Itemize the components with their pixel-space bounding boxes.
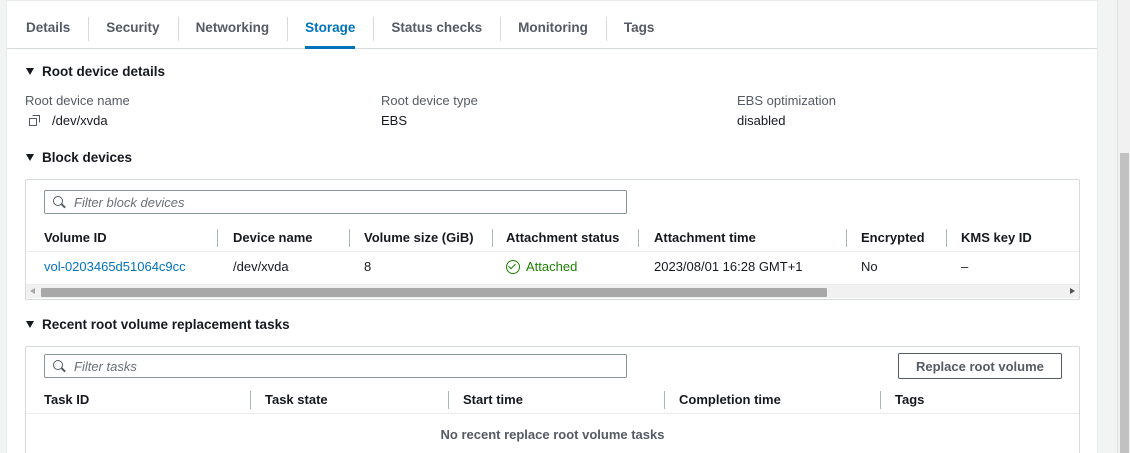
col-encrypted[interactable]: Encrypted (861, 224, 925, 252)
block-devices-header-row: Volume ID Device name Volume size (GiB) … (26, 224, 1079, 252)
col-attachment-status[interactable]: Attachment status (506, 224, 619, 252)
ebs-optimization-field: EBS optimization disabled (737, 93, 836, 128)
block-devices-section-toggle[interactable]: Block devices (26, 150, 132, 165)
replacement-tasks-section-title: Recent root volume replacement tasks (42, 317, 290, 332)
search-icon (53, 195, 66, 209)
col-completion-time[interactable]: Completion time (679, 386, 781, 414)
tab-status-checks[interactable]: Status checks (373, 11, 500, 47)
tab-bar: Details Security Networking Storage Stat… (7, 11, 1097, 49)
root-device-name-value: /dev/xvda (52, 113, 108, 128)
root-device-name-label: Root device name (25, 93, 130, 108)
col-task-id[interactable]: Task ID (44, 386, 89, 414)
page-vertical-scrollbar[interactable] (1117, 0, 1130, 453)
col-volume-id[interactable]: Volume ID (44, 224, 107, 252)
caret-down-icon (26, 321, 34, 328)
volume-id-link[interactable]: vol-0203465d51064c9cc (44, 253, 186, 281)
caret-down-icon (26, 68, 34, 75)
volume-size-cell: 8 (364, 259, 372, 274)
encrypted-cell: No (861, 259, 878, 274)
block-devices-table: Volume ID Device name Volume size (GiB) … (25, 179, 1080, 300)
root-device-type-field: Root device type EBS (381, 93, 478, 128)
block-devices-section-title: Block devices (42, 150, 133, 165)
col-start-time[interactable]: Start time (463, 386, 523, 414)
tasks-filter-input[interactable] (74, 358, 614, 374)
check-circle-icon (506, 260, 520, 274)
instance-details-panel: Details Security Networking Storage Stat… (6, 0, 1098, 453)
page-scrollbar-thumb[interactable] (1120, 153, 1129, 453)
block-devices-filter-input[interactable] (74, 194, 614, 210)
scroll-left-icon[interactable] (30, 288, 35, 294)
tab-networking[interactable]: Networking (177, 11, 288, 47)
col-kms-key-id[interactable]: KMS key ID (961, 224, 1032, 252)
search-icon (53, 359, 66, 373)
root-device-name-field: Root device name /dev/xvda (25, 93, 130, 128)
copy-icon[interactable] (29, 114, 42, 127)
scrollbar-thumb[interactable] (41, 288, 827, 297)
tab-monitoring[interactable]: Monitoring (500, 11, 606, 47)
root-device-section-title: Root device details (42, 64, 166, 79)
root-device-type-label: Root device type (381, 93, 478, 108)
root-device-section-toggle[interactable]: Root device details (26, 64, 165, 79)
empty-state-message: No recent replace root volume tasks (440, 427, 665, 442)
tab-security[interactable]: Security (88, 11, 177, 47)
scroll-right-icon[interactable] (1070, 288, 1075, 294)
col-volume-size[interactable]: Volume size (GiB) (364, 224, 474, 252)
tab-tags[interactable]: Tags (605, 11, 673, 47)
tasks-header-row: Task ID Task state Start time Completion… (26, 386, 1079, 414)
attachment-time-cell: 2023/08/01 16:28 GMT+1 (654, 259, 803, 274)
device-name-cell: /dev/xvda (233, 259, 289, 274)
ebs-optimization-label: EBS optimization (737, 93, 836, 108)
attachment-status-text: Attached (526, 259, 578, 274)
col-attachment-time[interactable]: Attachment time (654, 224, 756, 252)
caret-down-icon (26, 154, 34, 161)
replacement-tasks-table: Replace root volume Task ID Task state S… (25, 346, 1080, 453)
root-device-type-value: EBS (381, 113, 408, 128)
tasks-filter[interactable] (44, 354, 627, 378)
col-tags[interactable]: Tags (895, 386, 924, 414)
col-device-name[interactable]: Device name (233, 224, 313, 252)
attachment-status-cell: Attached (506, 253, 577, 281)
tab-storage[interactable]: Storage (287, 11, 373, 49)
ebs-optimization-value: disabled (737, 113, 786, 128)
replacement-tasks-section-toggle[interactable]: Recent root volume replacement tasks (26, 317, 290, 332)
col-task-state[interactable]: Task state (265, 386, 328, 414)
horizontal-scrollbar[interactable] (26, 284, 1079, 298)
replace-root-volume-button[interactable]: Replace root volume (898, 353, 1062, 379)
block-devices-filter[interactable] (44, 190, 627, 214)
kms-key-cell: – (961, 259, 969, 274)
tab-details[interactable]: Details (7, 11, 88, 47)
